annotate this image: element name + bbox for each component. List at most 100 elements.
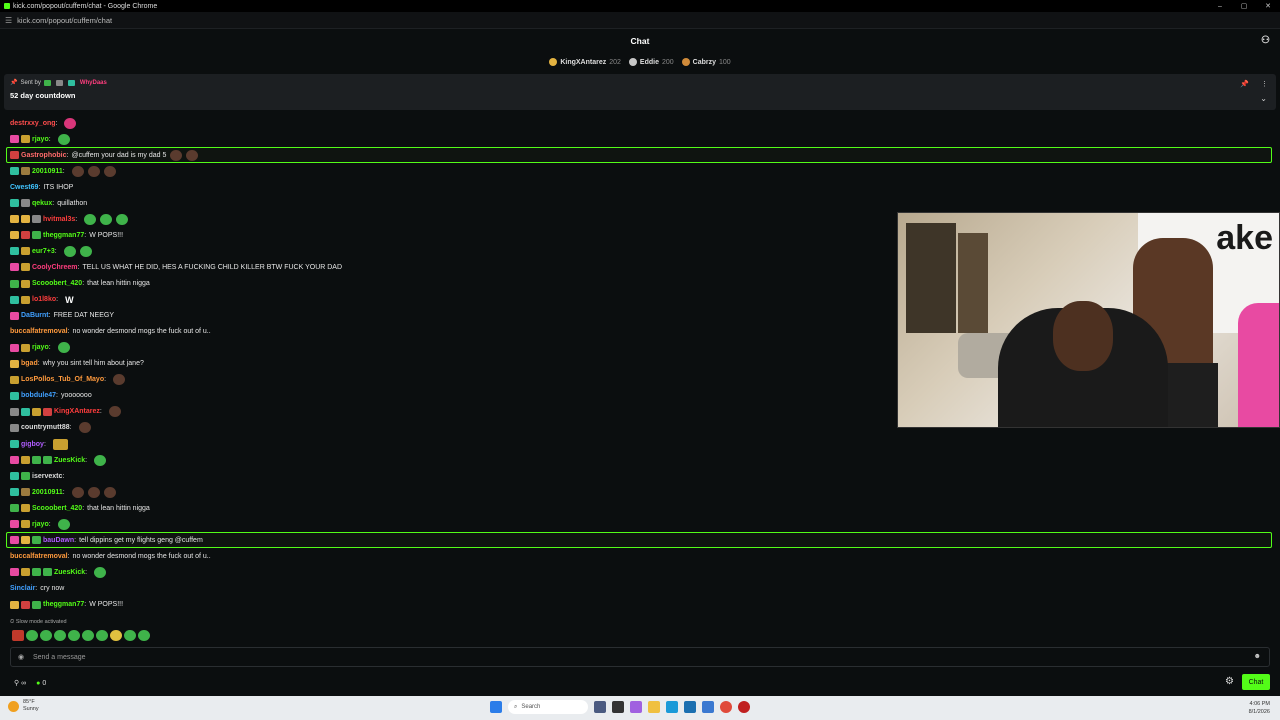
user-badge-icon[interactable] — [10, 311, 19, 320]
address-bar[interactable]: ☰ kick.com/popout/cuffem/chat — [0, 12, 1280, 29]
user-settings-icon[interactable]: ⚇ — [1261, 35, 1270, 46]
user-badge-icon[interactable] — [21, 167, 30, 176]
chat-message[interactable]: Cwest69: ITS IHOP — [10, 179, 73, 195]
reply-icon[interactable]: ◉ — [18, 653, 24, 661]
taskbar-search[interactable]: ⌕ Search — [508, 700, 588, 714]
user-badge-icon[interactable] — [21, 456, 30, 465]
message-placeholder[interactable]: Send a message — [33, 654, 86, 661]
user-badge-icon[interactable] — [10, 375, 19, 384]
chat-message[interactable]: theggman77: W POPS!!! — [10, 227, 123, 243]
maximize-button[interactable]: ▢ — [1232, 0, 1256, 12]
chat-message[interactable]: qekux: quillathon — [10, 195, 87, 211]
highlighted-chat-message[interactable]: bauDawn: tell dippins get my flights geng… — [6, 532, 1272, 549]
emote-icon[interactable] — [78, 422, 91, 434]
emote-icon[interactable] — [57, 342, 70, 354]
user-badge-icon[interactable] — [10, 520, 19, 529]
user-badge-icon[interactable] — [10, 504, 19, 513]
user-badge-icon[interactable] — [21, 488, 30, 497]
chat-message[interactable]: Scooobert_420: that lean hittin nigga — [10, 500, 150, 516]
chat-username[interactable]: destrxxy_ong — [10, 120, 56, 127]
user-badge-icon[interactable] — [32, 536, 41, 545]
chevron-down-icon[interactable]: ⌄ — [1260, 94, 1267, 103]
user-badge-icon[interactable] — [21, 536, 30, 545]
user-badge-icon[interactable] — [21, 247, 30, 256]
user-badge-icon[interactable] — [32, 231, 41, 240]
user-badge-icon[interactable] — [43, 568, 52, 577]
url-text[interactable]: kick.com/popout/cuffem/chat — [17, 16, 112, 25]
chat-message[interactable]: DaBurnt: FREE DAT NEEGY — [10, 308, 114, 324]
emote-icon[interactable] — [186, 149, 199, 161]
chat-message[interactable]: ZuesKick: — [10, 452, 107, 468]
app-icon[interactable] — [630, 701, 642, 713]
emote-icon[interactable] — [94, 454, 107, 466]
chat-username[interactable]: 20010911 — [32, 168, 63, 175]
chat-message[interactable]: hvitmal3s: — [10, 211, 129, 227]
chat-username[interactable]: buccalfatremoval — [10, 553, 68, 560]
chat-username[interactable]: bgad — [21, 360, 38, 367]
chat-username[interactable]: Scooobert_420 — [32, 280, 82, 287]
gear-icon[interactable]: ⚙ — [1225, 676, 1234, 687]
chat-username[interactable]: Gastrophobic — [21, 152, 67, 159]
chat-message[interactable]: ZuesKick: — [10, 564, 107, 580]
chat-message[interactable]: bobdule47: yooooooo — [10, 388, 92, 404]
app-icon[interactable] — [594, 701, 606, 713]
emote-icon[interactable] — [52, 438, 68, 450]
user-badge-icon[interactable] — [10, 391, 19, 400]
pinned-message[interactable]: 📌 Sent by WhyDaas 52 day countdown 📌 ⋮ ⌄ — [4, 74, 1276, 110]
unpin-icon[interactable]: 📌 — [1240, 80, 1249, 88]
chat-message[interactable]: 20010911: — [10, 163, 116, 179]
weather-widget[interactable]: 85°F Sunny — [8, 699, 39, 713]
chat-username[interactable]: eur7+3 — [32, 248, 55, 255]
user-badge-icon[interactable] — [21, 600, 30, 609]
chat-message[interactable]: CoolyChreem: TELL US WHAT HE DID, HES A F… — [10, 259, 342, 275]
chat-username[interactable]: lo1l8ko — [32, 296, 56, 303]
app-icon[interactable] — [684, 701, 696, 713]
chat-message[interactable]: 20010911: — [10, 484, 116, 500]
user-badge-icon[interactable] — [21, 263, 30, 272]
user-badge-icon[interactable] — [32, 568, 41, 577]
highlighted-chat-message[interactable]: Gastrophobic: @cuffem your dad is my dad … — [6, 147, 1272, 164]
chat-message[interactable]: buccalfatremoval: no wonder desmond mogs … — [10, 324, 211, 340]
site-settings-icon[interactable]: ☰ — [5, 16, 12, 25]
chat-username[interactable]: iservextc — [32, 473, 62, 480]
emote-icon[interactable] — [63, 245, 76, 257]
file-explorer-icon[interactable] — [648, 701, 660, 713]
chat-message[interactable]: countrymutt88: — [10, 420, 91, 436]
chat-message[interactable]: gigboy: — [10, 436, 68, 452]
chat-username[interactable]: theggman77 — [43, 601, 84, 608]
chat-message[interactable]: LosPollos_Tub_Of_Mayo: — [10, 372, 126, 388]
chat-message[interactable]: theggman77: W POPS!!! — [10, 597, 123, 613]
chat-username[interactable]: buccalfatremoval — [10, 328, 68, 335]
emote-icon[interactable] — [84, 213, 97, 225]
chat-message[interactable]: Scooobert_420: that lean hittin nigga — [10, 276, 150, 292]
user-badge-icon[interactable] — [32, 456, 41, 465]
user-badge-icon[interactable] — [21, 231, 30, 240]
user-badge-icon[interactable] — [21, 568, 30, 577]
user-badge-icon[interactable] — [10, 568, 19, 577]
user-badge-icon[interactable] — [10, 423, 19, 432]
chat-message[interactable]: lo1l8ko: W — [10, 292, 74, 308]
user-badge-icon[interactable] — [21, 135, 30, 144]
user-badge-icon[interactable] — [10, 215, 19, 224]
emote-w-icon[interactable]: W — [65, 295, 74, 305]
windows-start-icon[interactable] — [490, 701, 502, 713]
chat-message[interactable]: rjayo: — [10, 516, 70, 532]
chat-message[interactable]: Sinclair: cry now — [10, 580, 64, 596]
user-badge-icon[interactable] — [21, 407, 30, 416]
user-badge-icon[interactable] — [10, 472, 19, 481]
emote-icon[interactable] — [87, 486, 100, 498]
chat-message[interactable]: destrxxy_ong: — [10, 115, 77, 131]
user-badge-icon[interactable] — [21, 295, 30, 304]
user-badge-icon[interactable] — [10, 359, 19, 368]
leaderboard-entry[interactable]: KingXAntarez 202 — [549, 58, 621, 66]
chat-username[interactable]: rjayo — [32, 344, 49, 351]
emote-icon[interactable] — [103, 486, 116, 498]
emote-icon[interactable] — [116, 213, 129, 225]
user-badge-icon[interactable] — [10, 231, 19, 240]
chat-username[interactable]: theggman77 — [43, 232, 84, 239]
chat-username[interactable]: LosPollos_Tub_Of_Mayo — [21, 376, 104, 383]
chat-message[interactable]: iservextc: — [10, 468, 67, 484]
emote-icon[interactable] — [170, 149, 183, 161]
more-options-icon[interactable]: ⋮ — [1261, 80, 1268, 88]
leaderboard-entry[interactable]: Cabrzy 100 — [681, 58, 731, 66]
